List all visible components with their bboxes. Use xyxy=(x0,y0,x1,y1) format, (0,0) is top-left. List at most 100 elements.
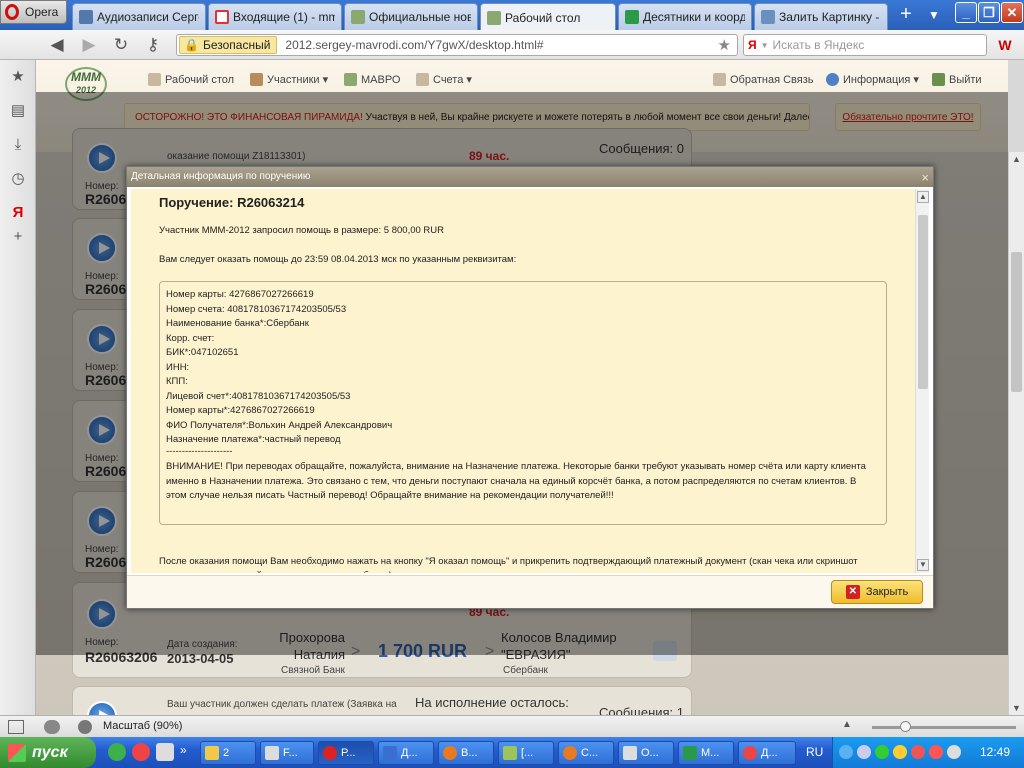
unite-icon[interactable] xyxy=(78,720,92,734)
panel-toggle-icon[interactable] xyxy=(8,720,24,734)
minimize-button[interactable]: _ xyxy=(955,2,977,23)
app-icon xyxy=(503,746,517,760)
zoom-slider-handle[interactable] xyxy=(900,721,911,732)
opera-tray-icon[interactable] xyxy=(929,745,943,759)
utorrent-icon[interactable] xyxy=(108,743,126,761)
zoom-level[interactable]: Масштаб (90%) xyxy=(103,720,182,732)
search-field[interactable]: Я ▼ Искать в Яндекс xyxy=(743,34,987,56)
modal-scrollbar[interactable]: ▲ ▼ xyxy=(915,189,929,573)
close-icon[interactable]: × xyxy=(921,168,929,188)
tab-list-icon[interactable]: ▼ xyxy=(924,4,944,26)
close-button[interactable]: ✕ Закрыть xyxy=(831,580,923,604)
add-panel-icon[interactable]: + xyxy=(9,228,27,246)
notes-icon[interactable]: ▤ xyxy=(9,102,27,120)
order-heading: Поручение: R26063214 xyxy=(159,195,305,210)
feedback-icon xyxy=(713,73,726,86)
scroll-up-icon[interactable]: ▲ xyxy=(1011,154,1022,164)
notepad-icon[interactable] xyxy=(156,743,174,761)
gmail-icon xyxy=(215,10,229,24)
taskbar-word[interactable]: Д... xyxy=(378,741,434,765)
opera-menu-button[interactable]: Opera xyxy=(0,0,67,24)
app-icon xyxy=(265,746,279,760)
bookmarks-star-icon[interactable]: ★ xyxy=(9,68,27,86)
order-details-modal: Детальная информация по поручению × Поруч… xyxy=(126,166,934,609)
tab-upload[interactable]: Залить Картинку - ... xyxy=(754,3,888,30)
new-tab-button[interactable]: + xyxy=(893,4,919,26)
scroll-down-icon[interactable]: ▼ xyxy=(917,559,929,571)
nav-logout[interactable]: Выйти xyxy=(932,73,982,86)
mavro-icon xyxy=(344,73,357,86)
nav-info[interactable]: Информация ▾ xyxy=(826,73,919,86)
url-text[interactable]: 2012.sergey-mavrodi.com/Y7gwX/desktop.ht… xyxy=(285,38,543,52)
close-window-button[interactable]: ✕ xyxy=(1001,2,1023,23)
tray-app-icon[interactable] xyxy=(893,745,907,759)
word-icon xyxy=(383,746,397,760)
folder-icon xyxy=(205,746,219,760)
security-badge[interactable]: 🔒 Безопасный xyxy=(179,36,278,54)
chrome-icon[interactable] xyxy=(132,743,150,761)
nav-desktop[interactable]: Рабочий стол xyxy=(148,73,234,86)
search-placeholder: Искать в Яндекс xyxy=(772,38,865,52)
zoom-slider[interactable] xyxy=(872,726,1016,729)
chrome-icon xyxy=(743,746,757,760)
order-card[interactable]: Ваш участник должен сделать платеж (Заяв… xyxy=(72,686,692,715)
tab-news[interactable]: Официальные ново... xyxy=(344,3,478,30)
chevron-up-icon[interactable]: ▲ xyxy=(842,719,852,730)
start-button[interactable]: пуск xyxy=(0,737,96,768)
forward-icon[interactable]: ▶ xyxy=(78,34,100,56)
taskbar-firefox[interactable]: С... xyxy=(558,741,614,765)
windows-logo-icon xyxy=(8,743,26,762)
opera-sidebar: ★ ▤ ⤓ ◷ Я + xyxy=(0,60,36,715)
quicklaunch-more-icon[interactable]: » xyxy=(180,743,187,757)
downloads-icon[interactable]: ⤓ xyxy=(9,136,27,154)
vk-icon xyxy=(79,10,93,24)
desktop-icon xyxy=(148,73,161,86)
history-icon[interactable]: ◷ xyxy=(9,170,27,188)
scroll-up-icon[interactable]: ▲ xyxy=(917,191,929,203)
tab-inbox[interactable]: Входящие (1) - mm... xyxy=(208,3,342,30)
taskbar-chrome[interactable]: Д... xyxy=(738,741,796,765)
taskbar-app[interactable]: [... xyxy=(498,741,554,765)
browser-tab-bar: Opera Аудиозаписи Серге... Входящие (1) … xyxy=(0,0,1024,31)
taskbar-app[interactable]: F... xyxy=(260,741,314,765)
nav-feedback[interactable]: Обратная Связь xyxy=(713,73,814,86)
scroll-down-icon[interactable]: ▼ xyxy=(1011,703,1022,713)
scroll-thumb[interactable] xyxy=(1011,252,1022,392)
opera-extension-icon[interactable]: W xyxy=(993,34,1017,56)
taskbar-opera[interactable]: Р... xyxy=(318,741,374,765)
chevron-down-icon: ▼ xyxy=(760,40,769,50)
address-bar[interactable]: 🔒 Безопасный 2012.sergey-mavrodi.com/Y7gw… xyxy=(176,34,738,56)
opera-menu-label: Opera xyxy=(25,5,59,19)
antivirus-icon[interactable] xyxy=(911,745,925,759)
tab-sheets[interactable]: Десятники и коорд... xyxy=(618,3,752,30)
taskbar-app[interactable]: О... xyxy=(618,741,674,765)
page-scrollbar[interactable]: ▲ ▼ xyxy=(1008,152,1024,715)
tray-expand-icon[interactable] xyxy=(839,745,853,759)
back-icon[interactable]: ◀ xyxy=(46,34,68,56)
nav-accounts[interactable]: Счета ▾ xyxy=(416,73,472,86)
utorrent-tray-icon[interactable] xyxy=(875,745,889,759)
reload-icon[interactable]: ↻ xyxy=(110,34,132,56)
nav-participants[interactable]: Участники ▾ xyxy=(250,73,328,86)
after-help-instructions: После оказания помощи Вам необходимо наж… xyxy=(159,556,858,573)
maximize-button[interactable]: ❐ xyxy=(978,2,1000,23)
taskbar-excel[interactable]: М... xyxy=(678,741,734,765)
taskbar-firefox[interactable]: В... xyxy=(438,741,494,765)
key-icon[interactable]: ⚷ xyxy=(142,34,164,56)
users-icon xyxy=(250,73,263,86)
opera-logo-icon xyxy=(5,4,19,20)
taskbar-folders[interactable]: 2 xyxy=(200,741,256,765)
play-icon[interactable] xyxy=(87,701,117,715)
tab-audio[interactable]: Аудиозаписи Серге... xyxy=(72,3,206,30)
bookmark-star-icon[interactable]: ★ xyxy=(718,36,731,54)
turbo-icon[interactable] xyxy=(44,720,60,734)
scroll-thumb[interactable] xyxy=(918,215,928,389)
nav-mavro[interactable]: МАВРО xyxy=(344,73,401,86)
logout-icon xyxy=(932,73,945,86)
language-indicator[interactable]: RU xyxy=(806,745,823,759)
tab-desktop[interactable]: Рабочий стол xyxy=(480,3,616,31)
volume-icon[interactable] xyxy=(947,745,961,759)
network-icon[interactable] xyxy=(857,745,871,759)
clock[interactable]: 12:49 xyxy=(980,745,1010,759)
yandex-panel-icon[interactable]: Я xyxy=(9,204,27,222)
